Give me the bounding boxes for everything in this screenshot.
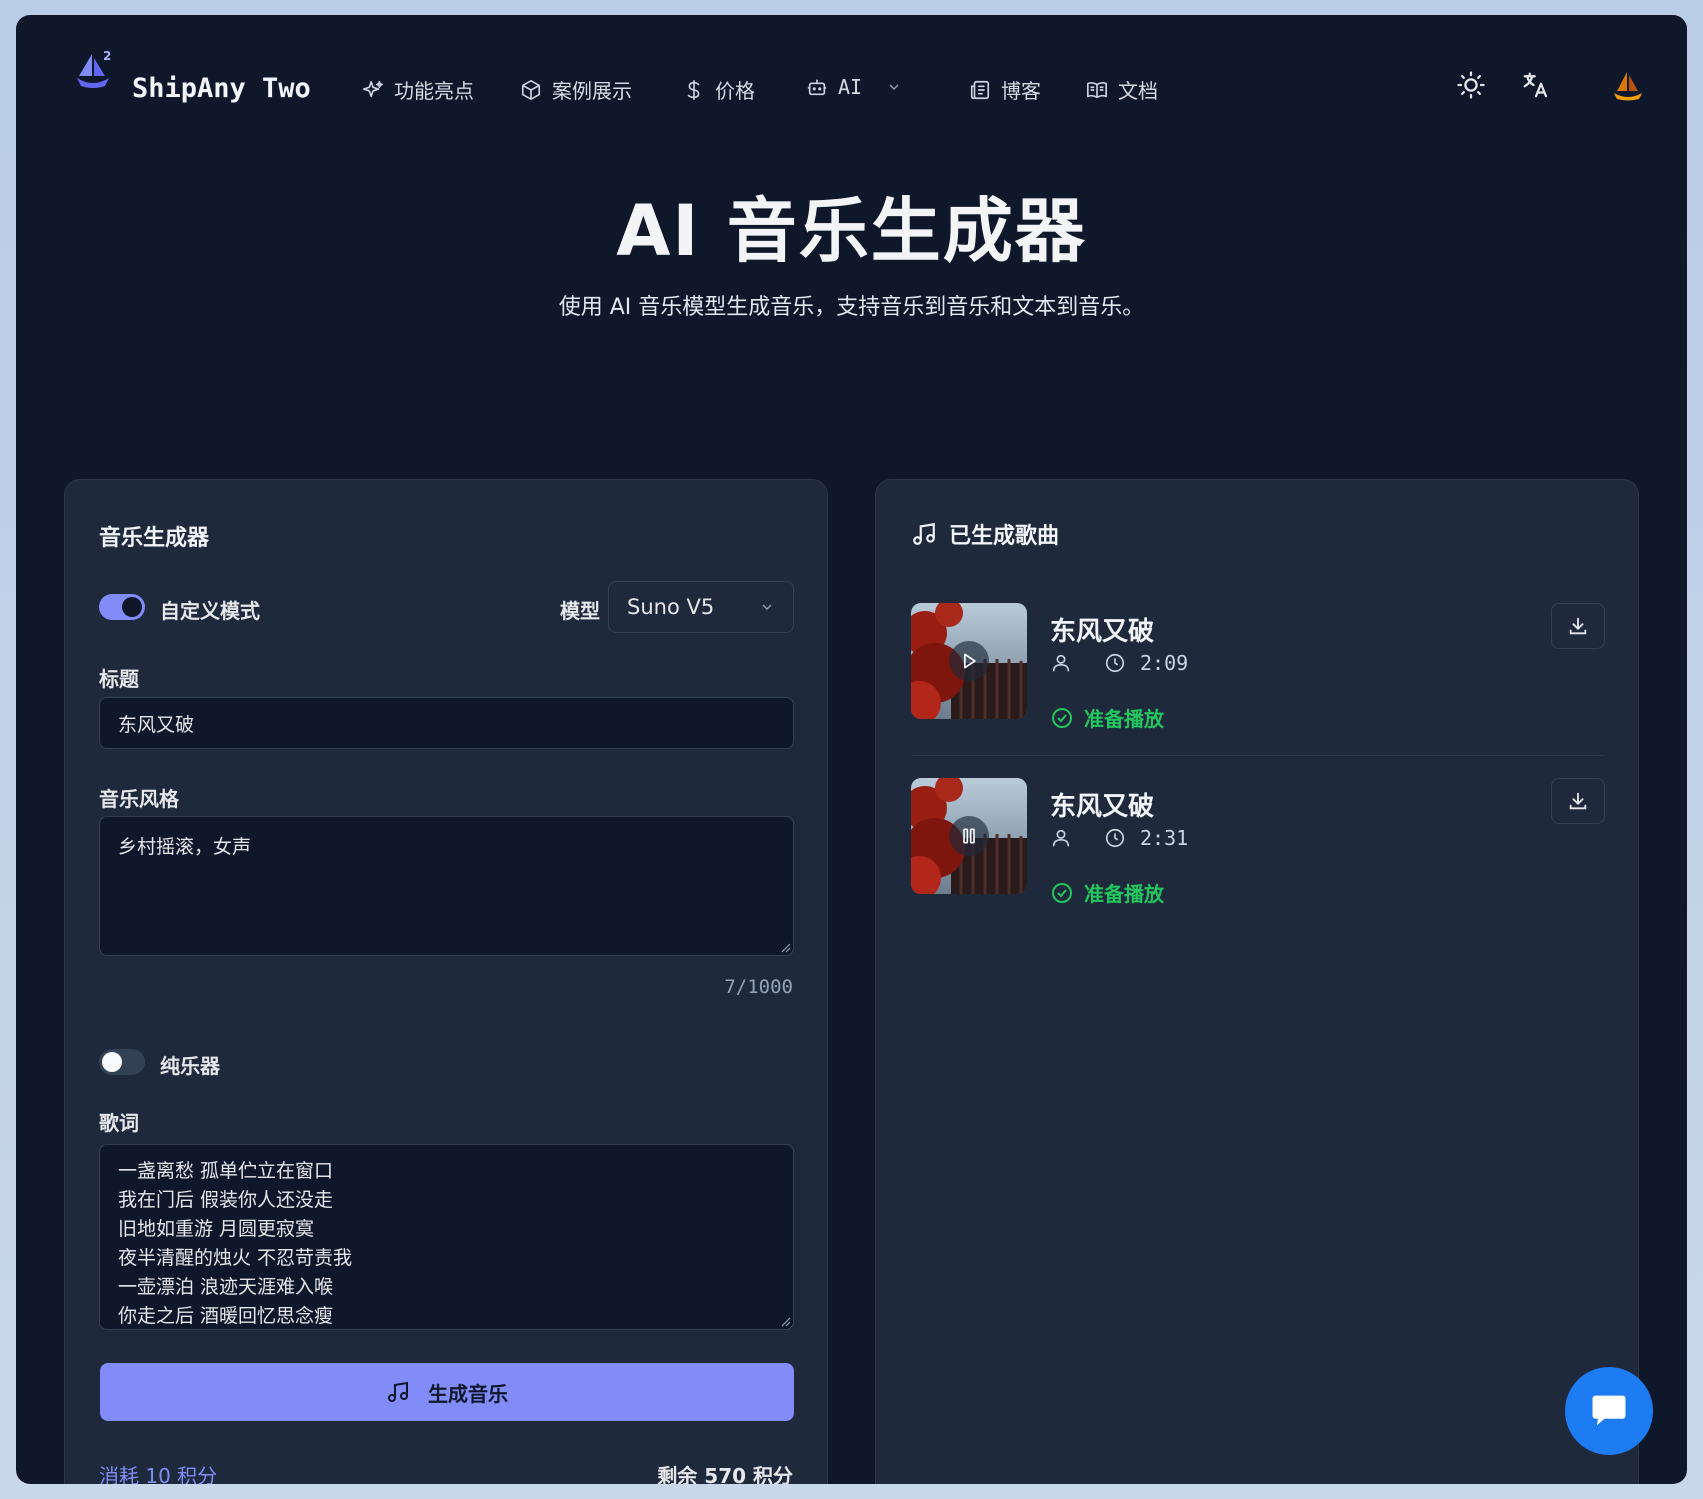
nav-docs[interactable]: 文档 — [1086, 75, 1158, 104]
nav-label: 博客 — [1001, 79, 1041, 103]
resize-handle-icon[interactable] — [779, 1315, 791, 1327]
nav-label: AI — [838, 75, 863, 99]
download-icon — [1569, 617, 1587, 635]
song-cover-image — [911, 603, 1027, 719]
lyrics-line: 我在门后 假装你人还没走 — [118, 1189, 334, 1211]
song-title: 东风又破 — [1050, 617, 1155, 647]
song-item: 东风又破 2:31 准备播放 — [911, 778, 1605, 918]
bot-icon — [807, 79, 827, 96]
download-button[interactable] — [1551, 778, 1605, 824]
brand-name[interactable]: ShipAny Two — [132, 73, 311, 104]
book-open-icon — [1087, 81, 1107, 98]
chevron-down-icon — [889, 84, 899, 90]
sun-icon[interactable] — [1456, 70, 1486, 100]
chevron-down-icon — [762, 604, 772, 610]
newspaper-icon — [970, 80, 990, 99]
song-status: 准备播放 — [1050, 703, 1164, 732]
language-icon[interactable] — [1521, 70, 1551, 100]
title-input-value: 东风又破 — [118, 713, 195, 736]
lyrics-line: 一盏离愁 孤单伫立在窗口 — [118, 1160, 334, 1182]
music-note-icon — [388, 1381, 408, 1402]
style-char-counter: 7/1000 — [724, 976, 793, 998]
songs-header: 已生成歌曲 — [911, 518, 1059, 550]
nav-label: 价格 — [715, 79, 755, 103]
box-icon — [521, 79, 541, 100]
play-icon — [964, 653, 976, 669]
clock-icon — [1105, 828, 1125, 848]
sparkles-icon — [363, 80, 383, 97]
pause-button[interactable] — [949, 816, 989, 856]
song-cover-image — [911, 778, 1027, 894]
music-note-icon — [913, 522, 935, 545]
generate-music-button[interactable]: 生成音乐 — [100, 1363, 794, 1421]
song-divider — [911, 755, 1605, 756]
lyrics-field-label: 歌词 — [99, 1111, 139, 1135]
chat-bubble-icon — [1592, 1395, 1626, 1426]
lyrics-line: 一壶漂泊 浪迹天涯难入喉 — [118, 1276, 334, 1298]
style-textarea-value: 乡村摇滚，女声 — [118, 836, 252, 858]
style-field-label: 音乐风格 — [99, 787, 179, 811]
credit-remaining: 剩余 570 积分 — [657, 1464, 793, 1484]
song-meta: 2:31 — [1050, 826, 1188, 850]
chat-button[interactable] — [1565, 1367, 1653, 1455]
app-window: 2 ShipAny Two 功能亮点 案例展示 价格 AI 博客 文档 AI 音… — [16, 15, 1687, 1484]
model-label: 模型 — [560, 599, 600, 623]
title-field-label: 标题 — [99, 667, 139, 691]
song-status: 准备播放 — [1050, 878, 1164, 907]
nav-blog[interactable]: 博客 — [969, 75, 1041, 104]
music-generator-card: 音乐生成器 自定义模式 模型 Suno V5 标题 东风又破 音乐风格 乡村摇滚… — [64, 479, 828, 1484]
model-select[interactable]: Suno V5 — [608, 581, 794, 633]
generator-title: 音乐生成器 — [99, 526, 210, 551]
nav-label: 功能亮点 — [394, 79, 474, 103]
nav-features[interactable]: 功能亮点 — [362, 75, 474, 104]
lyrics-line: 夜半清醒的烛火 不忍苛责我 — [118, 1247, 353, 1269]
instrumental-toggle[interactable] — [99, 1049, 145, 1075]
dollar-icon — [687, 79, 700, 100]
nav-showcase[interactable]: 案例展示 — [520, 75, 632, 104]
generate-music-label: 生成音乐 — [428, 1381, 508, 1406]
custom-mode-toggle[interactable] — [99, 594, 145, 620]
custom-mode-label: 自定义模式 — [160, 599, 260, 623]
model-select-value: Suno V5 — [627, 595, 715, 619]
song-meta: 2:09 — [1050, 651, 1188, 675]
nav-label: 文档 — [1118, 79, 1158, 103]
download-button[interactable] — [1551, 603, 1605, 649]
instrumental-label: 纯乐器 — [160, 1054, 220, 1078]
nav-label: 案例展示 — [552, 79, 632, 103]
song-title: 东风又破 — [1050, 792, 1155, 822]
nav-ai-dropdown[interactable]: AI — [806, 75, 902, 99]
lyrics-line: 你走之后 酒暖回忆思念瘦 — [118, 1305, 334, 1327]
download-icon — [1569, 792, 1587, 810]
resize-handle-icon[interactable] — [779, 941, 791, 953]
user-avatar-icon[interactable] — [1610, 67, 1646, 103]
play-button[interactable] — [949, 641, 989, 681]
title-input[interactable]: 东风又破 — [99, 697, 794, 749]
lyrics-textarea[interactable]: 一盏离愁 孤单伫立在窗口 我在门后 假装你人还没走 旧地如重游 月圆更寂寞 夜半… — [99, 1144, 794, 1330]
song-duration: 2:09 — [1140, 651, 1189, 675]
page-title: AI 音乐生成器 — [616, 190, 1087, 272]
generated-songs-card: 已生成歌曲 东风又破 2:09 准备播放 东风又破 2:31 准备播放 — [875, 479, 1639, 1484]
song-item: 东风又破 2:09 准备播放 — [911, 603, 1605, 743]
ship-logo-icon[interactable]: 2 — [71, 48, 115, 92]
check-circle-icon — [1052, 707, 1072, 728]
song-duration: 2:31 — [1140, 826, 1189, 850]
check-circle-icon — [1052, 882, 1072, 903]
songs-title: 已生成歌曲 — [949, 524, 1060, 549]
credit-cost: 消耗 10 积分 — [99, 1464, 218, 1484]
song-status-label: 准备播放 — [1084, 707, 1164, 731]
pause-icon — [963, 828, 975, 844]
user-icon — [1052, 829, 1070, 847]
style-textarea[interactable]: 乡村摇滚，女声 — [99, 816, 794, 956]
svg-text:2: 2 — [103, 49, 111, 63]
song-status-label: 准备播放 — [1084, 882, 1164, 906]
page-subtitle: 使用 AI 音乐模型生成音乐，支持音乐到音乐和文本到音乐。 — [558, 295, 1145, 320]
lyrics-line: 旧地如重游 月圆更寂寞 — [118, 1218, 315, 1240]
user-icon — [1052, 654, 1070, 672]
top-navbar: 2 ShipAny Two 功能亮点 案例展示 价格 AI 博客 文档 — [16, 15, 1687, 135]
clock-icon — [1105, 653, 1125, 673]
nav-pricing[interactable]: 价格 — [683, 75, 755, 104]
